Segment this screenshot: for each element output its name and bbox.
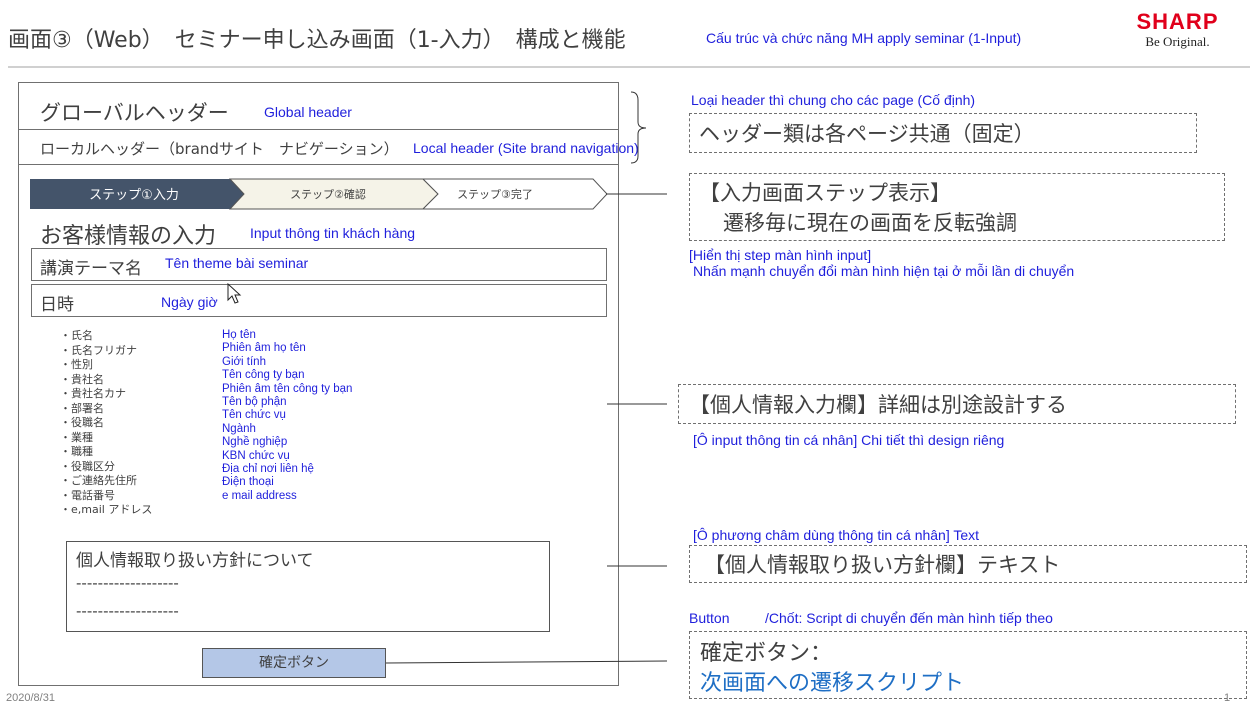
field-item-vn: Tên công ty bạn xyxy=(222,369,305,382)
field-item-vn: Tên chức vụ xyxy=(222,409,286,422)
form-title-vn: Input thông tin khách hàng xyxy=(250,225,416,241)
note-steps-title: 【入力画面ステップ表示】 xyxy=(699,181,951,205)
mouse-cursor-icon xyxy=(227,283,242,304)
field-item-vn: Phiên âm họ tên xyxy=(222,342,306,355)
note-steps-vn-2: Nhấn mạnh chuyển đổi màn hình hiện tại ở… xyxy=(693,263,1075,279)
sharp-logo: SHARP Be Original. xyxy=(1120,10,1235,50)
step-2-label: ステップ②確認 xyxy=(290,187,366,201)
field-item-vn: Điện thoại xyxy=(222,476,274,489)
note-steps-vn-1: [Hiển thị step màn hình input] xyxy=(689,247,872,263)
date-field-label-vn: Ngày giờ xyxy=(161,294,218,310)
slide-title: 画面③（Web） セミナー申し込み画面（1-入力） 構成と機能 xyxy=(8,28,626,53)
note-policy-vn: [Ô phương châm dùng thông tin cá nhân] T… xyxy=(693,527,980,543)
field-item-vn: Giới tính xyxy=(222,355,266,368)
field-item-jp: ・職種 xyxy=(60,445,93,458)
local-header-label: ローカルヘッダー（brandサイト ナビゲーション） xyxy=(40,140,399,158)
local-header-label-en: Local header (Site brand navigation) xyxy=(413,140,639,156)
field-item-vn: Nghề nghiệp xyxy=(222,436,288,449)
logo-wordmark: SHARP xyxy=(1136,9,1219,34)
note-personal-jp: 【個人情報入力欄】詳細は別途設計する xyxy=(689,393,1067,417)
field-item-vn: Họ tên xyxy=(222,329,256,341)
page-number: 1 xyxy=(1224,692,1231,704)
field-item-vn: Tên bộ phận xyxy=(222,396,287,409)
date-field-label: 日時 xyxy=(40,295,74,315)
personal-fields-list: ・氏名 ・氏名フリガナ ・性別 ・貴社名 ・貴社名カナ ・部署名 ・役職名 ・業… xyxy=(60,329,152,518)
field-item-jp: ・貴社名カナ xyxy=(60,387,126,400)
step-indicator: ステップ①入力 ステップ②確認 ステップ③完了 xyxy=(30,178,608,210)
note-button-desc: 次画面への遷移スクリプト xyxy=(700,671,965,696)
slide-title-vn: Cấu trúc và chức năng MH apply seminar (… xyxy=(706,30,1022,46)
note-button-title: 確定ボタン： xyxy=(700,641,833,666)
confirm-button[interactable]: 確定ボタン xyxy=(202,648,386,678)
field-item-jp: ・氏名フリガナ xyxy=(60,343,137,357)
note-policy-jp: 【個人情報取り扱い方針欄】テキスト xyxy=(704,553,1061,577)
personal-fields-list-vn: Họ tên Phiên âm họ tên Giới tính Tên côn… xyxy=(222,329,352,503)
field-item-jp: ・業種 xyxy=(60,430,93,444)
privacy-policy-title: 個人情報取り扱い方針について xyxy=(76,551,314,571)
field-item-jp: ・e,mail アドレス xyxy=(60,503,153,516)
logo-tagline: Be Original. xyxy=(1145,34,1210,49)
note-button-vn-desc: /Chốt: Script di chuyển đến màn hình tiế… xyxy=(765,610,1053,626)
field-item-vn: KBN chức vụ xyxy=(222,449,290,462)
note-button-vn-label: Button xyxy=(689,610,730,626)
title-divider xyxy=(8,66,1250,68)
field-item-jp: ・役職名 xyxy=(60,416,104,429)
global-header-label: グローバルヘッダー xyxy=(40,101,229,125)
field-item-vn: Địa chỉ nơi liên hệ xyxy=(222,463,314,476)
step-3-label: ステップ③完了 xyxy=(457,187,533,201)
theme-field-label-vn: Tên theme bài seminar xyxy=(165,255,309,271)
date-field xyxy=(31,284,607,317)
privacy-policy-placeholder-line: ------------------- xyxy=(76,574,179,592)
field-item-jp: ・役職区分 xyxy=(60,459,115,473)
field-item-jp: ・ご連絡先住所 xyxy=(60,474,137,487)
note-header-jp: ヘッダー類は各ページ共通（固定） xyxy=(699,122,1035,146)
form-title: お客様情報の入力 xyxy=(40,224,217,249)
field-item-jp: ・氏名 xyxy=(60,329,93,342)
step-1-label: ステップ①入力 xyxy=(89,188,179,203)
note-header-vn: Loại header thì chung cho các page (Cố đ… xyxy=(691,92,976,108)
field-item-vn: Ngành xyxy=(222,422,256,435)
field-item-jp: ・性別 xyxy=(60,358,93,371)
footer-date: 2020/8/31 xyxy=(6,692,55,704)
field-item-vn: Phiên âm tên công ty bạn xyxy=(222,382,353,395)
note-personal-vn: [Ô input thông tin cá nhân] Chi tiết thì… xyxy=(693,432,1005,448)
field-item-jp: ・部署名 xyxy=(60,401,104,415)
privacy-policy-placeholder-line: ------------------- xyxy=(76,602,179,620)
theme-field-label: 講演テーマ名 xyxy=(40,259,142,279)
note-steps-desc: 遷移毎に現在の画面を反転強調 xyxy=(723,211,1017,235)
field-item-vn: e mail address xyxy=(222,489,297,502)
global-header-label-en: Global header xyxy=(264,104,352,120)
field-item-jp: ・電話番号 xyxy=(60,488,115,502)
field-item-jp: ・貴社名 xyxy=(60,372,104,386)
